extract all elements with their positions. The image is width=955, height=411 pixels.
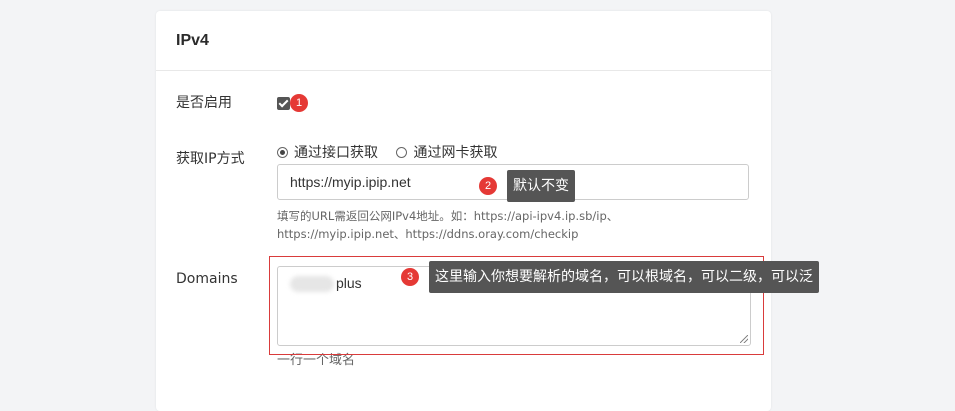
radio-unchecked-icon — [396, 146, 408, 158]
radio-via-nic-label: 通过网卡获取 — [413, 145, 498, 161]
enable-checkbox[interactable] — [277, 97, 290, 110]
card-header: IPv4 — [156, 11, 771, 71]
annotation-tooltip-default: 默认不变 — [507, 170, 575, 202]
radio-via-nic[interactable]: 通过网卡获取 — [396, 142, 497, 162]
radio-via-api-label: 通过接口获取 — [294, 145, 378, 161]
annotation-badge-3: 3 — [401, 268, 419, 286]
enable-label: 是否启用 — [176, 95, 232, 111]
annotation-tooltip-domains: 这里输入你想要解析的域名，可以根域名，可以二级，可以泛 — [429, 261, 819, 293]
ip-url-help-text: 填写的URL需返回公网IPv4地址。如：https://api-ipv4.ip.… — [277, 209, 619, 241]
radio-via-api[interactable]: 通过接口获取 — [277, 142, 378, 162]
card-title: IPv4 — [176, 32, 209, 49]
radio-checked-icon — [277, 146, 288, 158]
ip-method-radio-group: 通过接口获取 通过网卡获取 — [277, 142, 511, 162]
annotation-badge-2: 2 — [479, 177, 497, 195]
ip-method-label: 获取IP方式 — [176, 151, 245, 167]
annotation-badge-1: 1 — [290, 94, 308, 112]
domains-label: Domains — [176, 271, 238, 287]
